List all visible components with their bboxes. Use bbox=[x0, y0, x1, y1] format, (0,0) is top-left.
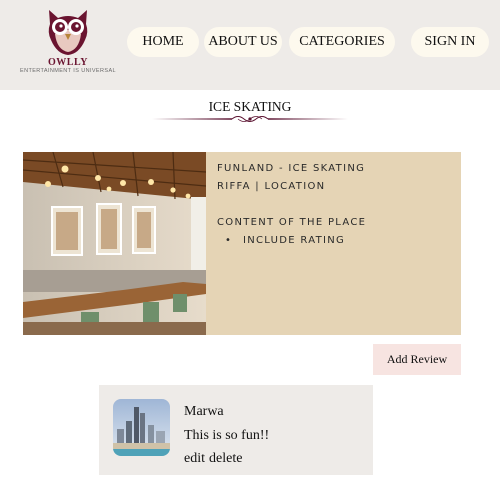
place-content: CONTENT OF THE PLACE bbox=[217, 217, 367, 228]
site-header: OWLLY ENTERTAINMENT IS UNIVERSAL HOME AB… bbox=[0, 0, 500, 90]
owl-icon bbox=[48, 10, 88, 55]
logo-tagline: ENTERTAINMENT IS UNIVERSAL bbox=[20, 68, 116, 74]
review-card: Marwa This is so fun!! edit delete bbox=[99, 385, 373, 475]
nav-home-button[interactable]: HOME bbox=[127, 27, 199, 57]
nav-about-button[interactable]: ABOUT US bbox=[204, 27, 282, 57]
bullet-dot-icon: • bbox=[225, 235, 233, 246]
nav-categories-button[interactable]: CATEGORIES bbox=[289, 27, 395, 57]
delete-review-link[interactable]: delete bbox=[209, 451, 242, 467]
nav-sign-in-button[interactable]: SIGN IN bbox=[411, 27, 489, 57]
avatar bbox=[113, 399, 170, 456]
logo[interactable]: OWLLY ENTERTAINMENT IS UNIVERSAL bbox=[12, 8, 124, 80]
logo-name: OWLLY bbox=[48, 57, 88, 68]
add-review-button[interactable]: Add Review bbox=[373, 344, 461, 375]
place-bullet-text: INCLUDE RATING bbox=[243, 235, 346, 246]
reviewer-name: Marwa bbox=[184, 404, 224, 419]
restaurant-interior-photo-icon bbox=[23, 152, 206, 335]
place-photo bbox=[23, 152, 206, 335]
place-name: FUNLAND - ICE SKATING bbox=[217, 163, 366, 174]
city-skyline-photo-icon bbox=[113, 399, 170, 456]
edit-review-link[interactable]: edit bbox=[184, 451, 205, 467]
review-actions: edit delete bbox=[184, 451, 242, 467]
place-location: RIFFA | LOCATION bbox=[217, 181, 326, 192]
place-bullet-item: • INCLUDE RATING bbox=[217, 232, 450, 250]
ornament-divider bbox=[152, 116, 348, 122]
place-info-panel: FUNLAND - ICE SKATING RIFFA | LOCATION C… bbox=[206, 152, 461, 335]
review-text: This is so fun!! bbox=[184, 428, 270, 443]
